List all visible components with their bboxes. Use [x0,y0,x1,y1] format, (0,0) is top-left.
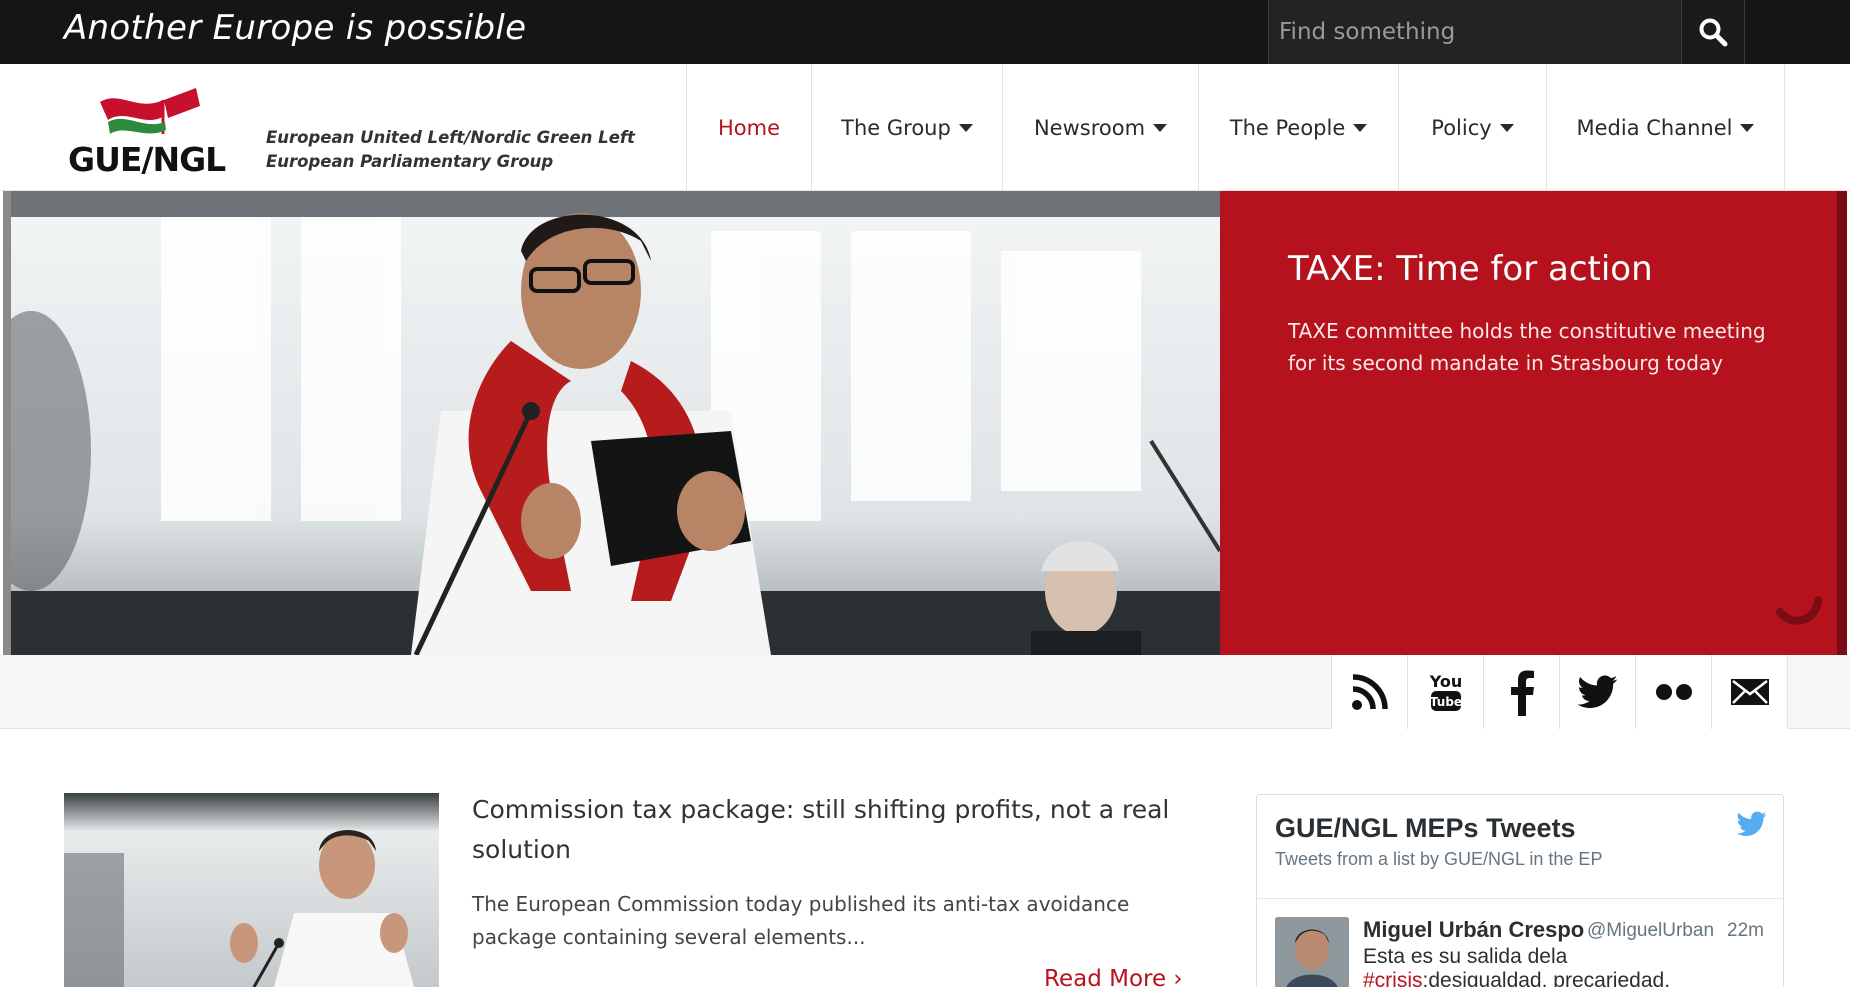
hero-caption-panel[interactable]: TAXE: Time for action TAXE committee hol… [1220,191,1847,655]
article-excerpt: The European Commission today published … [472,892,1130,949]
caret-down-icon [1353,123,1368,132]
search-button[interactable] [1681,0,1745,64]
nav-policy[interactable]: Policy [1399,64,1547,191]
org-name: European United Left/Nordic Green Left E… [266,126,635,174]
org-name-line1: European United Left/Nordic Green Left [266,128,635,147]
email-icon [1730,679,1769,705]
hero-slider: TAXE: Time for action TAXE committee hol… [3,191,1847,655]
flickr-link[interactable] [1636,655,1712,729]
tweet-text-line2-rest: :desigualdad, precariedad, [1422,969,1671,987]
search-box [1268,0,1681,64]
tweet-author-handle[interactable]: @MiguelUrban [1587,920,1714,942]
nav-label: The People [1229,115,1346,140]
hero-photo-illustration [11,191,1220,655]
nav-newsroom[interactable]: Newsroom [1003,64,1199,191]
rss-icon [1351,674,1388,710]
search-icon [1699,18,1728,47]
avatar-photo-illustration [1275,917,1349,987]
social-icons: You Tube [1331,655,1788,729]
hero-image[interactable] [3,191,1220,655]
tweet-timestamp[interactable]: 22m [1727,920,1764,942]
tweet-text: Esta es su salida dela #crisis:desiguald… [1363,945,1773,987]
nav-label: Media Channel [1576,115,1733,140]
tweet-avatar[interactable] [1275,917,1349,987]
facebook-icon [1510,670,1534,716]
tweet-text-line2: #crisis:desigualdad, precariedad, [1363,969,1773,987]
social-bar: You Tube [0,655,1850,729]
youtube-icon: You Tube [1428,672,1462,711]
caret-down-icon [958,123,973,132]
tweet-text-line1: Esta es su salida dela [1363,945,1568,968]
twitter-widget-title[interactable]: GUE/NGL MEPs Tweets [1275,813,1576,844]
site-logo[interactable]: GUE/NGL [68,78,238,182]
rss-link[interactable] [1332,655,1408,729]
nav-label: Newsroom [1033,115,1146,140]
site-header: GUE/NGL European United Left/Nordic Gree… [0,64,1850,191]
article-thumbnail[interactable] [64,793,439,987]
email-link[interactable] [1712,655,1788,729]
org-name-line2: European Parliamentary Group [266,152,554,171]
tweet-author-name[interactable]: Miguel Urbán Crespo [1363,917,1584,943]
facebook-link[interactable] [1484,655,1560,729]
nav-home[interactable]: Home [687,64,812,191]
youtube-top-text: You [1428,672,1462,691]
twitter-widget-header: GUE/NGL MEPs Tweets Tweets from a list b… [1257,795,1783,899]
nav-label: Home [717,115,780,140]
youtube-bottom-text: Tube [1429,695,1461,709]
nav-media-channel[interactable]: Media Channel [1547,64,1785,191]
caret-down-icon [1740,123,1755,132]
caret-down-icon [1499,123,1514,132]
twitter-widget: GUE/NGL MEPs Tweets Tweets from a list b… [1256,794,1784,987]
nav-the-people[interactable]: The People [1199,64,1399,191]
read-more-link[interactable]: Read More › [1044,966,1183,987]
twitter-link[interactable] [1560,655,1636,729]
twitter-widget-subtitle: Tweets from a list by GUE/NGL in the EP [1275,849,1603,869]
youtube-link[interactable]: You Tube [1408,655,1484,729]
article-photo-illustration [64,793,439,987]
hero-description: TAXE committee holds the constitutive me… [1288,319,1766,375]
logo-text: GUE/NGL [68,140,226,179]
top-bar: Another Europe is possible [0,0,1850,64]
article-title[interactable]: Commission tax package: still shifting p… [472,790,1192,870]
nav-label: The Group [841,115,951,140]
site-tagline: Another Europe is possible [64,8,527,48]
nav-label: Policy [1431,115,1492,140]
search-input[interactable] [1279,12,1674,52]
twitter-bird-icon[interactable] [1737,811,1767,837]
main-nav: Home The Group Newsroom The People Polic… [686,64,1785,191]
caret-down-icon [1153,123,1168,132]
tweet-hashtag-link[interactable]: #crisis [1363,969,1423,987]
hero-title[interactable]: TAXE: Time for action [1288,249,1653,289]
logo-flag-icon [100,88,200,134]
twitter-icon [1577,675,1617,708]
flickr-icon [1655,684,1692,700]
loading-spinner-icon [1776,596,1822,625]
nav-the-group[interactable]: The Group [812,64,1003,191]
